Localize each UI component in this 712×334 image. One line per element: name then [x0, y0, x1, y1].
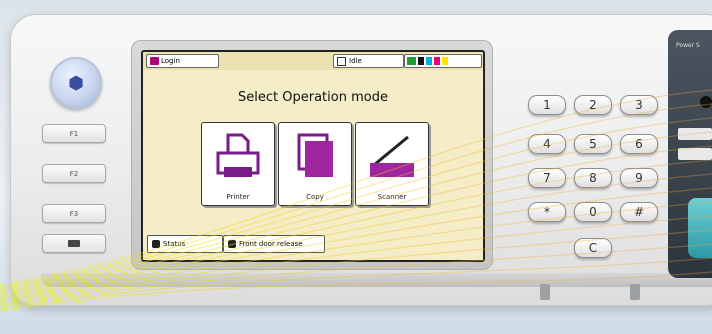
key-9[interactable]: 9: [620, 168, 658, 188]
side-panel-button[interactable]: [678, 128, 712, 140]
toner-black-icon: [418, 57, 424, 65]
indicator-light: [700, 96, 712, 108]
printer-icon: [216, 133, 260, 177]
key-4[interactable]: 4: [528, 134, 566, 154]
printer-mode-label: Printer: [226, 193, 250, 201]
f2-button[interactable]: F2: [42, 164, 106, 183]
key-8[interactable]: 8: [574, 168, 612, 188]
key-6[interactable]: 6: [620, 134, 658, 154]
status-label: Status: [163, 240, 186, 248]
scanner-mode-label: Scanner: [377, 193, 407, 201]
toner-cyan-icon: [426, 57, 432, 65]
idle-icon: [337, 56, 346, 66]
key-asterisk[interactable]: *: [528, 202, 566, 222]
energy-saver-button[interactable]: [42, 234, 106, 253]
energy-saver-icon: [68, 240, 80, 247]
vent-slot: [540, 284, 550, 300]
copy-mode-button[interactable]: Copy: [278, 122, 352, 206]
key-hash[interactable]: #: [620, 202, 658, 222]
login-icon: [150, 57, 159, 65]
key-2[interactable]: 2: [574, 95, 612, 115]
status-icon: [152, 240, 160, 248]
toner-yellow-icon: [442, 57, 448, 65]
copy-icon: [297, 133, 333, 177]
idle-status: Idle: [333, 54, 404, 68]
door-icon: [228, 240, 236, 248]
idle-label: Idle: [349, 57, 362, 65]
start-button[interactable]: [688, 198, 712, 258]
front-door-release-button[interactable]: Front door release: [223, 235, 325, 253]
side-panel-button[interactable]: [678, 148, 712, 160]
status-button[interactable]: Status: [147, 235, 223, 253]
front-door-release-label: Front door release: [239, 240, 303, 248]
key-5[interactable]: 5: [574, 134, 612, 154]
vent-slot: [630, 284, 640, 300]
f3-button[interactable]: F3: [42, 204, 106, 223]
touch-screen: Login Idle Select Operation mode Printer…: [141, 50, 485, 262]
login-label: Login: [161, 57, 180, 65]
key-0[interactable]: 0: [574, 202, 612, 222]
clear-key[interactable]: C: [574, 238, 612, 258]
scanner-icon: [370, 135, 414, 177]
key-3[interactable]: 3: [620, 95, 658, 115]
copy-mode-label: Copy: [306, 193, 324, 201]
home-icon: ⬢: [68, 72, 84, 94]
panel-lip: [41, 273, 712, 287]
toner-magenta-icon: [434, 57, 440, 65]
device-status-icon: [407, 57, 416, 65]
key-7[interactable]: 7: [528, 168, 566, 188]
login-button[interactable]: Login: [146, 54, 219, 68]
home-button[interactable]: ⬢: [50, 57, 102, 109]
power-saver-label: Power S: [676, 42, 700, 49]
toner-status[interactable]: [404, 54, 482, 68]
scanner-mode-button[interactable]: Scanner: [355, 122, 429, 206]
f1-button[interactable]: F1: [42, 124, 106, 143]
printer-mode-button[interactable]: Printer: [201, 122, 275, 206]
page-title: Select Operation mode: [238, 90, 388, 105]
key-1[interactable]: 1: [528, 95, 566, 115]
